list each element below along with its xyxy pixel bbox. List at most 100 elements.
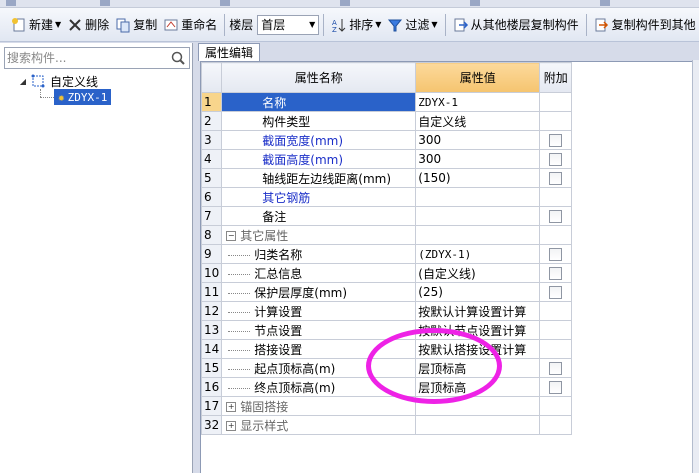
copy-to-other-label: 复制构件到其他	[611, 18, 696, 32]
property-name: 归类名称	[254, 247, 303, 262]
property-value[interactable]: 层顶标高	[415, 358, 541, 378]
tree-connector	[228, 387, 251, 389]
new-icon	[11, 17, 27, 33]
table-row[interactable]: 16 终点顶标高(m) 层顶标高	[200, 377, 573, 397]
header-extra: 附加	[539, 62, 573, 93]
table-row[interactable]: 10 汇总信息 (自定义线)	[200, 263, 573, 283]
filter-button[interactable]: 过滤 ▼	[384, 12, 440, 38]
property-value[interactable]: 自定义线	[415, 111, 541, 131]
property-value[interactable]	[415, 187, 541, 207]
group-label: 其它属性	[240, 228, 289, 243]
sort-button[interactable]: AZ 排序 ▼	[328, 12, 384, 38]
row-number: 7	[200, 206, 223, 226]
property-value	[415, 225, 541, 245]
property-panel: 属性编辑 属性名称 属性值 附加 1 名称 ZDYX-1 2 构件类型 自定义线…	[194, 43, 699, 473]
table-row[interactable]: 6 其它钢筋	[200, 187, 573, 207]
search-input[interactable]	[7, 50, 167, 66]
toolbar-separator	[444, 13, 446, 36]
property-value[interactable]: ZDYX-1	[415, 92, 541, 112]
rename-label: 重命名	[181, 18, 218, 32]
table-row-group[interactable]: 17 + 锚固搭接	[200, 396, 573, 416]
extra-checkbox[interactable]	[549, 210, 563, 223]
property-value[interactable]: (25)	[415, 282, 541, 302]
table-row[interactable]: 11 保护层厚度(mm) (25)	[200, 282, 573, 302]
property-group: − 其它属性	[221, 225, 417, 245]
delete-button[interactable]: 删除	[64, 12, 112, 38]
strip-icon	[6, 0, 16, 6]
tree-connector	[228, 254, 251, 256]
property-value[interactable]: 按默认搭接设置计算	[415, 339, 541, 359]
row-number: 13	[200, 320, 223, 340]
previous-toolbar-strip	[0, 0, 699, 8]
group-label: 锚固搭接	[240, 399, 289, 414]
property-value[interactable]: 层顶标高	[415, 377, 541, 397]
property-value[interactable]: 300	[415, 130, 541, 150]
new-button[interactable]: 新建 ▼	[8, 12, 64, 38]
copy-from-floor-button[interactable]: 从其他楼层复制构件	[450, 12, 582, 38]
tree-root-label: 自定义线	[50, 74, 99, 89]
expand-icon[interactable]: +	[226, 421, 237, 431]
property-value[interactable]: 300	[415, 149, 541, 169]
table-row[interactable]: 4 截面高度(mm) 300	[200, 149, 573, 169]
property-name: 构件类型	[221, 111, 417, 131]
chevron-down-icon: ▼	[55, 20, 62, 29]
extra-checkbox[interactable]	[549, 381, 563, 394]
row-number: 9	[200, 244, 223, 264]
filter-icon	[387, 17, 403, 33]
header-num	[200, 62, 223, 93]
strip-icon	[340, 0, 350, 6]
table-row[interactable]: 13 节点设置 按默认节点设置计算	[200, 320, 573, 340]
tree-connector	[228, 368, 251, 370]
search-icon[interactable]	[169, 50, 187, 66]
floor-select[interactable]: 首层 ▼	[257, 14, 320, 35]
extra-cell	[539, 320, 573, 340]
table-row-group[interactable]: 32 + 显示样式	[200, 415, 573, 435]
extra-checkbox[interactable]	[549, 248, 563, 261]
property-name: 截面宽度(mm)	[221, 130, 417, 150]
property-value[interactable]: (ZDYX-1)	[415, 244, 541, 264]
copy-to-other-button[interactable]: 复制构件到其他	[591, 12, 699, 38]
extra-checkbox[interactable]	[549, 362, 563, 375]
collapse-icon[interactable]: −	[226, 231, 237, 241]
row-number: 2	[200, 111, 223, 131]
rename-button[interactable]: 重命名	[160, 12, 220, 38]
table-row[interactable]: 9 归类名称 (ZDYX-1)	[200, 244, 573, 264]
chevron-down-icon: ▼	[375, 20, 382, 29]
svg-text:Z: Z	[332, 26, 337, 33]
tree-connector	[228, 349, 251, 351]
tab-property-edit[interactable]: 属性编辑	[198, 43, 260, 61]
table-row[interactable]: 5 轴线距左边线距离(mm) (150)	[200, 168, 573, 188]
extra-cell	[539, 415, 573, 435]
table-row[interactable]: 15 起点顶标高(m) 层顶标高	[200, 358, 573, 378]
copy-icon	[115, 17, 131, 33]
tree-node-root[interactable]: ◢ 自定义线	[18, 73, 98, 89]
collapse-icon[interactable]: ◢	[18, 76, 28, 86]
table-row[interactable]: 7 备注	[200, 206, 573, 226]
property-value[interactable]: 按默认计算设置计算	[415, 301, 541, 321]
extra-checkbox[interactable]	[549, 172, 563, 185]
table-row[interactable]: 12 计算设置 按默认计算设置计算	[200, 301, 573, 321]
property-name: 保护层厚度(mm)	[254, 285, 348, 300]
tree-item-zdyx-1[interactable]: ✹ ZDYX-1	[54, 89, 112, 105]
table-row[interactable]: 14 搭接设置 按默认搭接设置计算	[200, 339, 573, 359]
property-value[interactable]: 按默认节点设置计算	[415, 320, 541, 340]
copy-to-other-icon	[594, 17, 610, 33]
table-row-group[interactable]: 8 − 其它属性	[200, 225, 573, 245]
tree-item-label: ZDYX-1	[67, 90, 108, 104]
property-value[interactable]: (150)	[415, 168, 541, 188]
tree-connector	[228, 273, 251, 275]
extra-checkbox[interactable]	[549, 134, 563, 147]
property-value[interactable]: (自定义线)	[415, 263, 541, 283]
extra-cell	[539, 358, 573, 378]
property-name-cell: 搭接设置	[221, 339, 417, 359]
extra-checkbox[interactable]	[549, 153, 563, 166]
copy-button[interactable]: 复制	[112, 12, 160, 38]
extra-checkbox[interactable]	[549, 267, 563, 280]
table-row[interactable]: 3 截面宽度(mm) 300	[200, 130, 573, 150]
property-value[interactable]	[415, 206, 541, 226]
extra-checkbox[interactable]	[549, 286, 563, 299]
table-row[interactable]: 2 构件类型 自定义线	[200, 111, 573, 131]
expand-icon[interactable]: +	[226, 402, 237, 412]
table-row[interactable]: 1 名称 ZDYX-1	[200, 92, 573, 112]
property-name-cell: 起点顶标高(m)	[221, 358, 417, 378]
